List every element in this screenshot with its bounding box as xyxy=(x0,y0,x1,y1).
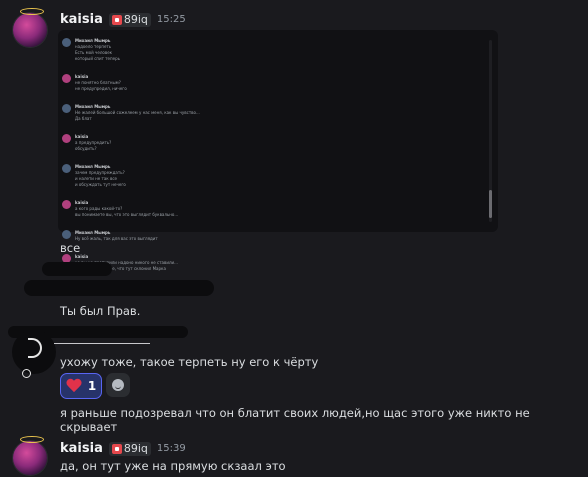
clan-tag-icon xyxy=(111,443,122,454)
message-text: все xyxy=(60,241,81,255)
embed-line: а кого рады какой-то? xyxy=(75,206,123,211)
embed-username: kaisia xyxy=(75,200,89,205)
embed-avatar xyxy=(62,38,71,47)
embed-line: обсудить? xyxy=(75,146,97,151)
redaction-blob xyxy=(42,262,112,276)
message-text: да, он тут уже на прямую скзаал это xyxy=(60,459,286,473)
message-text: я раньше подозревал что он блатит своих … xyxy=(60,406,530,434)
reaction-heart-button[interactable]: 1 xyxy=(60,373,102,399)
embed-line: и обсуждать тут нечего xyxy=(75,182,126,187)
embed-scrollbar-thumb xyxy=(489,190,492,218)
embed-avatar xyxy=(62,134,71,143)
embed-line: надоело терпеть xyxy=(75,44,112,49)
avatar[interactable] xyxy=(13,441,47,475)
embed-username: Михаил Мымрь xyxy=(75,164,111,169)
divider xyxy=(54,343,150,344)
embed-avatar xyxy=(62,74,71,83)
message-header: kaisia 89iq 15:25 xyxy=(60,12,186,27)
clan-tag-label: 89iq xyxy=(123,442,148,455)
heart-icon xyxy=(66,379,82,393)
embed-avatar xyxy=(62,164,71,173)
embed-line: Не жалей большой сожелеем у нас меня, ка… xyxy=(75,110,200,115)
embed-line: зачем предупреждать? xyxy=(75,170,125,175)
clan-tag-label: 89iq xyxy=(123,13,148,26)
avatar-halo-icon xyxy=(20,8,44,15)
embed-line: вы понимаете вы, что это выглядит буквал… xyxy=(75,212,179,217)
embed-line: и налети не так все xyxy=(75,176,117,181)
embed-avatar xyxy=(62,230,71,239)
embed-username: Михаил Мымрь xyxy=(75,230,111,235)
reaction-count: 1 xyxy=(87,379,97,393)
clan-tag[interactable]: 89iq xyxy=(108,12,151,27)
embed-line: не понятно блатным? xyxy=(75,80,121,85)
attached-screenshot[interactable]: Михаил Мымрь надоело терпеть Есть мой чело… xyxy=(58,30,498,271)
message-text: ухожу тоже, такое терпеть ну его к чёрту xyxy=(60,355,319,369)
message-text: Ты был Прав. xyxy=(60,304,141,318)
embed-line: Ну всё жаль, так для вас это выглядит xyxy=(75,236,158,241)
embed-avatar xyxy=(62,200,71,209)
clan-tag[interactable]: 89iq xyxy=(108,441,151,456)
timestamp: 15:39 xyxy=(156,443,186,454)
embed-username: Михаил Мымрь xyxy=(75,38,111,43)
embed-line: который спит теперь xyxy=(75,56,120,61)
embed-avatar xyxy=(62,104,71,113)
timestamp: 15:25 xyxy=(156,14,186,25)
avatar[interactable] xyxy=(13,13,47,47)
add-reaction-button[interactable] xyxy=(106,373,130,397)
avatar-halo-icon xyxy=(20,436,44,443)
message-header: kaisia 89iq 15:39 xyxy=(60,441,186,456)
clan-tag-icon xyxy=(111,14,122,25)
embed-line: а предупредить? xyxy=(75,140,112,145)
redaction-blob xyxy=(24,280,214,296)
embed-line: не предупредил, ничего xyxy=(75,86,127,91)
embed-line: Есть мой человек xyxy=(75,50,113,55)
embed-username: kaisia xyxy=(75,134,89,139)
embed-username: kaisia xyxy=(75,74,89,79)
smile-icon xyxy=(112,379,124,391)
embed-line: Да блат xyxy=(75,116,92,121)
embed-username: Михаил Мымрь xyxy=(75,104,111,109)
username[interactable]: kaisia xyxy=(60,12,103,27)
username[interactable]: kaisia xyxy=(60,441,103,456)
small-badge-icon xyxy=(22,369,31,378)
